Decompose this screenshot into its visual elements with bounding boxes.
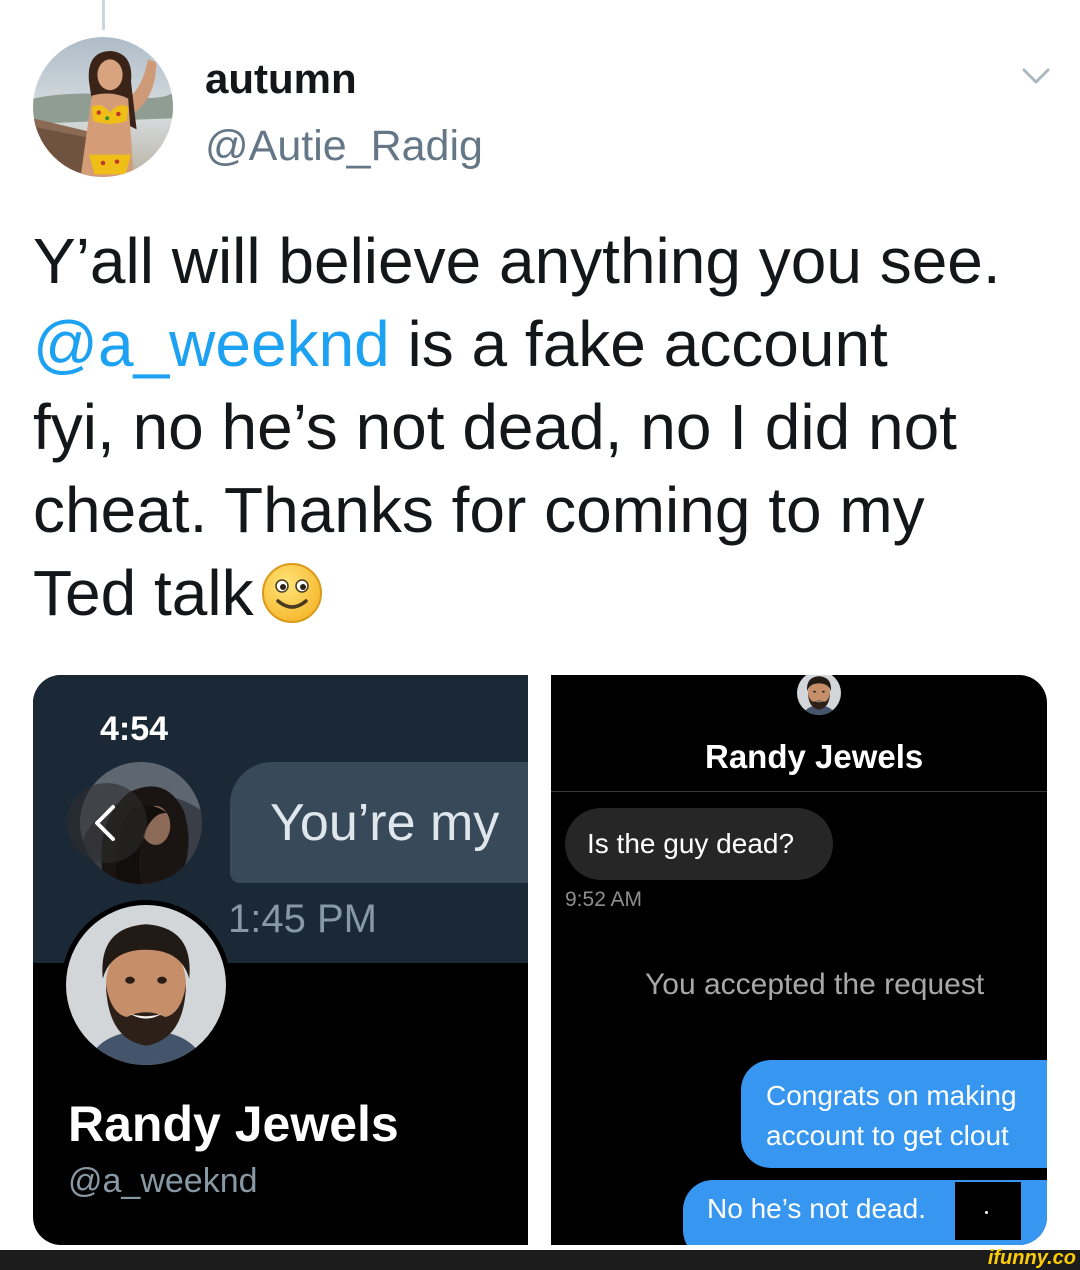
tweet-line: Ted talk (33, 552, 1001, 635)
system-notice: You accepted the request (645, 968, 985, 1001)
tweet-line-text: Ted talk (33, 557, 254, 629)
message-timestamp: 9:52 AM (565, 888, 643, 911)
contact-avatar-photo (797, 675, 841, 715)
watermark-logo: ifunny.co (987, 1247, 1076, 1269)
sent-message-text: No he’s not dead. (707, 1193, 926, 1224)
chevron-left-icon (95, 805, 115, 841)
media-image-left[interactable]: 4:54 You’re my 1:45 PM Randy Jewels @a_w… (33, 675, 528, 1245)
slightly-smiling-face-icon (261, 563, 322, 623)
watermark-bar (0, 1250, 1080, 1270)
received-message-bubble: Is the guy dead? (565, 808, 833, 880)
sent-message-bubble: Congrats on making account to get clout (741, 1060, 1047, 1168)
back-button (67, 783, 147, 863)
status-time: 4:54 (100, 710, 169, 748)
redaction-box (955, 1182, 1021, 1240)
contact-name: Randy Jewels (705, 738, 924, 775)
tweet-line: @a_weeknd is a fake account (33, 303, 1001, 386)
author-avatar[interactable] (33, 37, 173, 177)
header-divider (551, 791, 1047, 792)
sent-message-text: Congrats on making account to get clout (766, 1080, 1017, 1151)
tweet-line: cheat. Thanks for coming to my (33, 474, 925, 546)
profile-avatar-photo (66, 905, 226, 1065)
profile-avatar (61, 900, 231, 1070)
message-timestamp: 1:45 PM (228, 897, 377, 941)
author-handle[interactable]: @Autie_Radig (205, 121, 483, 171)
mention-link[interactable]: @a_weeknd (33, 308, 390, 380)
tweet-line: Y’all will believe anything you see. (33, 225, 1001, 297)
profile-name: Randy Jewels (68, 1096, 399, 1152)
sent-message-bubble: No he’s not dead. (683, 1180, 1047, 1245)
author-name[interactable]: autumn (205, 55, 357, 103)
tweet-text: Y’all will believe anything you see. @a_… (33, 220, 1001, 635)
thread-connector (102, 0, 105, 30)
profile-handle: @a_weeknd (68, 1162, 258, 1200)
message-text: You’re my (270, 794, 500, 852)
tweet-line-text: is a fake account (389, 308, 888, 380)
contact-avatar (797, 675, 841, 715)
author-avatar-photo (33, 37, 173, 177)
chevron-down-icon[interactable] (1021, 66, 1051, 86)
redaction-dot (985, 1211, 988, 1214)
tweet-line: fyi, no he’s not dead, no I did not (33, 391, 957, 463)
media-image-right[interactable]: Randy Jewels Is the guy dead? 9:52 AM Yo… (551, 675, 1047, 1245)
message-bubble: You’re my (230, 762, 528, 883)
